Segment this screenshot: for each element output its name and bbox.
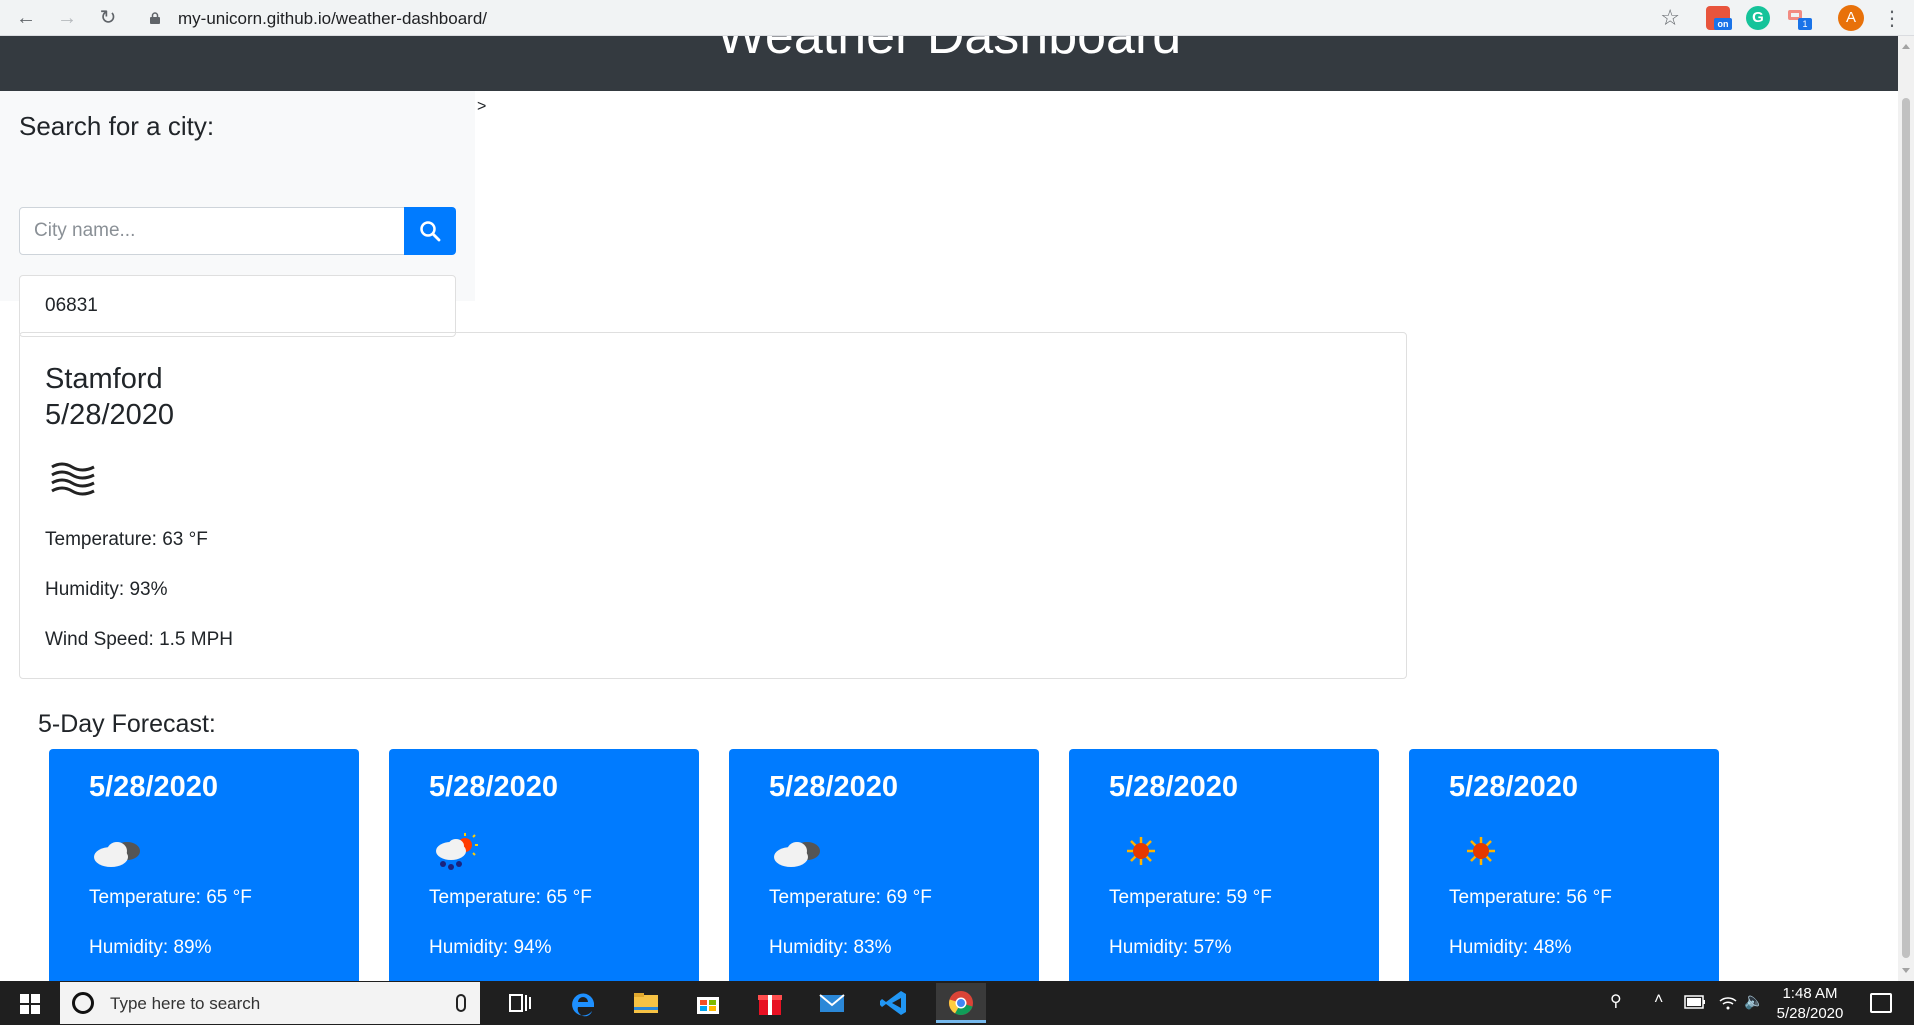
forecast-title: 5-Day Forecast: <box>38 710 216 738</box>
microphone-icon[interactable] <box>456 994 466 1012</box>
chevron-up-icon[interactable]: ˄ <box>1654 991 1663 1009</box>
forecast-temperature: Temperature: 56 °F <box>1449 887 1612 908</box>
current-weather-card: Stamford 5/28/2020 Temperature: 63 °F Hu… <box>19 332 1407 679</box>
forecast-temperature: Temperature: 65 °F <box>429 887 592 908</box>
bookmark-star-icon[interactable]: ☆ <box>1660 5 1680 31</box>
back-arrow-icon[interactable]: ← <box>14 6 38 30</box>
app-header: Weather Dashboard <box>0 36 1898 91</box>
city-search-input[interactable] <box>19 207 405 255</box>
forecast-card: 5/28/2020 Temperature: 65 °F Humidity: 9… <box>389 749 699 981</box>
extension-icon[interactable]: 1 <box>1786 6 1812 30</box>
forecast-date: 5/28/2020 <box>769 771 899 803</box>
taskbar-search-placeholder: Type here to search <box>110 994 261 1013</box>
taskbar-search-box[interactable]: Type here to search <box>60 982 480 1024</box>
page-scrollbar[interactable] <box>1898 36 1914 981</box>
forecast-humidity: Humidity: 89% <box>89 937 212 958</box>
forecast-date: 5/28/2020 <box>89 771 219 803</box>
grammarly-icon[interactable]: G <box>1746 6 1770 30</box>
search-button[interactable] <box>404 207 456 255</box>
address-bar[interactable]: my-unicorn.github.io/weather-dashboard/ … <box>138 3 1690 33</box>
forecast-date: 5/28/2020 <box>1109 771 1239 803</box>
profile-avatar[interactable]: A <box>1838 5 1864 31</box>
forecast-card: 5/28/2020 Temperature: 59 °F Humidity: 5… <box>1069 749 1379 981</box>
kebab-menu-icon[interactable]: ⋮ <box>1882 6 1902 31</box>
battery-icon[interactable] <box>1684 995 1706 1009</box>
windows-taskbar: Type here to search ⚲ ˄ 🔈 1:48 AM 5/28/2… <box>0 981 1914 1025</box>
current-city: Stamford <box>45 363 163 395</box>
cortana-icon <box>72 992 94 1014</box>
page-content: Weather Dashboard Search for a city: 068… <box>0 36 1898 981</box>
forecast-humidity: Humidity: 83% <box>769 937 892 958</box>
wifi-icon[interactable] <box>1718 993 1738 1011</box>
task-view-icon[interactable] <box>500 983 540 1023</box>
people-icon[interactable]: ⚲ <box>1610 991 1622 1011</box>
lock-icon <box>150 12 160 24</box>
current-humidity: Humidity: 93% <box>45 579 168 600</box>
extension-badge: on <box>1714 18 1732 30</box>
gift-icon[interactable] <box>750 983 790 1023</box>
forecast-temperature: Temperature: 69 °F <box>769 887 932 908</box>
volume-icon[interactable]: 🔈 <box>1744 991 1764 1011</box>
edge-icon[interactable] <box>564 983 604 1023</box>
current-wind-speed: Wind Speed: 1.5 MPH <box>45 629 233 650</box>
mist-icon <box>51 462 95 496</box>
current-temperature: Temperature: 63 °F <box>45 529 208 550</box>
extension-office-icon[interactable]: on <box>1706 6 1732 30</box>
search-history-item[interactable]: 06831 <box>19 275 456 337</box>
sun-icon <box>1127 837 1155 865</box>
chrome-icon <box>949 991 973 1015</box>
current-date: 5/28/2020 <box>45 399 175 431</box>
vscode-icon[interactable] <box>874 983 914 1023</box>
forecast-humidity: Humidity: 94% <box>429 937 552 958</box>
forecast-card: 5/28/2020 Temperature: 69 °F Humidity: 8… <box>729 749 1039 981</box>
search-sidebar: Search for a city: 06831 <box>0 91 475 337</box>
sun-icon <box>1467 837 1495 865</box>
scroll-down-arrow-icon[interactable] <box>1902 968 1910 973</box>
clock-time: 1:48 AM <box>1782 985 1838 1002</box>
scroll-up-arrow-icon[interactable] <box>1902 44 1910 49</box>
store-icon[interactable] <box>688 983 728 1023</box>
forecast-card: 5/28/2020 Temperature: 65 °F Humidity: 8… <box>49 749 359 981</box>
forward-arrow-icon[interactable]: → <box>55 6 79 30</box>
reload-icon[interactable]: ↻ <box>96 6 120 30</box>
windows-start-icon[interactable] <box>20 994 40 1014</box>
forecast-date: 5/28/2020 <box>429 771 559 803</box>
url-text[interactable]: my-unicorn.github.io/weather-dashboard/ <box>178 9 487 29</box>
file-explorer-icon[interactable] <box>626 983 666 1023</box>
rain-sun-cloud-icon <box>436 833 478 870</box>
action-center-icon[interactable] <box>1870 993 1892 1013</box>
taskbar-clock[interactable]: 1:48 AM 5/28/2020 <box>1770 984 1850 1024</box>
cloud-icon <box>774 842 820 867</box>
stray-text: > <box>477 98 487 115</box>
forecast-card: 5/28/2020 Temperature: 56 °F Humidity: 4… <box>1409 749 1719 981</box>
search-heading: Search for a city: <box>19 111 215 141</box>
mail-icon[interactable] <box>812 983 852 1023</box>
forecast-humidity: Humidity: 48% <box>1449 937 1572 958</box>
forecast-temperature: Temperature: 65 °F <box>89 887 252 908</box>
forecast-date: 5/28/2020 <box>1449 771 1579 803</box>
chrome-taskbar-button[interactable] <box>936 983 986 1023</box>
forecast-humidity: Humidity: 57% <box>1109 937 1232 958</box>
cloud-icon <box>94 842 140 867</box>
forecast-temperature: Temperature: 59 °F <box>1109 887 1272 908</box>
clock-date: 5/28/2020 <box>1776 1005 1844 1022</box>
search-icon <box>420 221 441 242</box>
scroll-thumb[interactable] <box>1902 98 1910 958</box>
browser-toolbar: ← → ↻ my-unicorn.github.io/weather-dashb… <box>0 0 1914 36</box>
extension-badge: 1 <box>1798 18 1812 30</box>
page-title: Weather Dashboard <box>716 36 1182 65</box>
